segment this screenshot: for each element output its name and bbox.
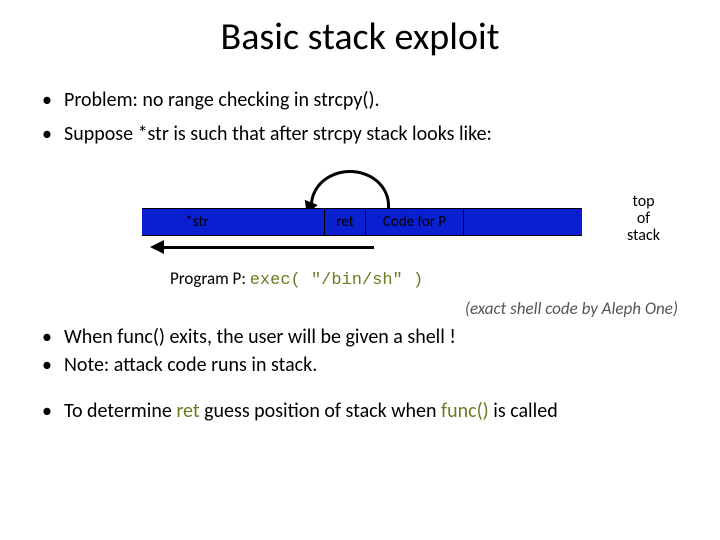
stack-seg-code: Code for P (366, 209, 464, 235)
bullet-list-mid: When func() exits, the user will be give… (42, 325, 678, 377)
text: To determine (64, 399, 176, 423)
stack-seg-tail (464, 209, 582, 235)
text: is such that after (169, 122, 313, 146)
text: func() (117, 325, 165, 349)
page-title: Basic stack exploit (0, 0, 720, 60)
bullet-note: Note: attack code runs in stack. (42, 353, 678, 377)
text: stack (627, 228, 660, 245)
text: exits, the user will be given a shell ! (165, 325, 456, 349)
program-code: exec( "/bin/sh" ) (250, 271, 423, 290)
overwrite-arrow-head (150, 240, 164, 254)
program-p-line: Program P: exec( "/bin/sh" ) (170, 268, 423, 290)
text: Problem: no range checking in (64, 88, 314, 112)
text: strcpy(). (314, 88, 380, 112)
stack-diagram: *str ret Code for P top of stack Program… (42, 156, 678, 296)
bullet-list-last: To determine ret guess position of stack… (42, 399, 678, 423)
text-func: func() (441, 399, 489, 423)
text: stack looks like: (362, 122, 492, 146)
bullet-suppose: Suppose *str is such that after strcpy s… (42, 122, 678, 146)
bullet-list-last-wrap: To determine ret guess position of stack… (0, 399, 720, 423)
stack-seg-ret: ret (324, 209, 366, 235)
text: guess position of stack when (200, 399, 441, 423)
bullet-list-top: Problem: no range checking in strcpy(). … (42, 88, 678, 146)
bullet-when-func-exits: When func() exits, the user will be give… (42, 325, 678, 349)
text: strcpy (313, 122, 362, 146)
bullet-determine-ret: To determine ret guess position of stack… (42, 399, 678, 423)
text-ret: ret (176, 399, 199, 423)
program-label: Program P: (170, 268, 250, 289)
text: is called (489, 399, 558, 423)
text: When (64, 325, 117, 349)
stack-seg-str: *str (142, 209, 252, 235)
credit-line: (exact shell code by Aleph One) (0, 298, 720, 319)
slide-body: Problem: no range checking in strcpy(). … (0, 60, 720, 296)
top-of-stack-label: top of stack (627, 194, 660, 244)
overwrite-arrow-line (162, 246, 374, 249)
bullet-list-mid-wrap: When func() exits, the user will be give… (0, 325, 720, 377)
text: *str (138, 122, 169, 146)
stack-seg-gap (252, 209, 324, 235)
stack-row: *str ret Code for P (142, 208, 582, 236)
bullet-problem: Problem: no range checking in strcpy(). (42, 88, 678, 112)
text: Suppose (64, 122, 138, 146)
